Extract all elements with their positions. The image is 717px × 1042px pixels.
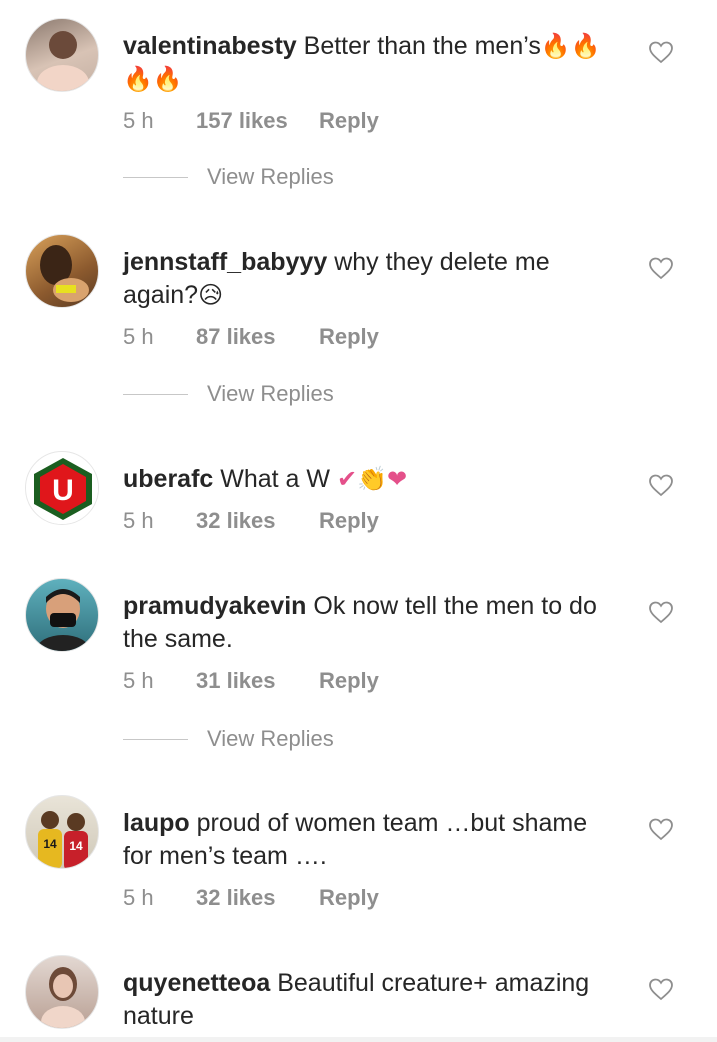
avatar[interactable]: [25, 18, 99, 92]
avatar-image: [40, 245, 89, 302]
sad-face-emoji: 😥: [198, 281, 224, 309]
avatar[interactable]: U: [25, 451, 99, 525]
view-replies-label: View Replies: [207, 381, 334, 406]
comment-username[interactable]: laupo: [123, 809, 190, 837]
heart-icon[interactable]: [648, 256, 674, 280]
comment-username[interactable]: valentinabesty: [123, 32, 297, 60]
comment-likes[interactable]: 157 likes: [196, 108, 319, 134]
avatar[interactable]: [25, 578, 99, 652]
view-replies-button[interactable]: View Replies: [123, 724, 334, 754]
comment-likes[interactable]: 87 likes: [196, 324, 319, 350]
divider: [123, 738, 188, 740]
avatar-image: [41, 967, 85, 1028]
avatar[interactable]: [25, 955, 99, 1029]
heart-icon[interactable]: [648, 473, 674, 497]
reply-button[interactable]: Reply: [319, 108, 379, 134]
comment-time: 5 h: [123, 108, 154, 133]
comment-text: valentinabesty Better than the men’s🔥🔥🔥🔥: [123, 30, 623, 96]
comment-text: uberafc What a W ✔👏❤: [123, 463, 623, 496]
view-replies-button[interactable]: View Replies: [123, 379, 334, 409]
comment-username[interactable]: pramudyakevin: [123, 592, 306, 620]
comment-text: quyenetteoa Beautiful creature+ amazing …: [123, 967, 623, 1033]
comment-likes[interactable]: 32 likes: [196, 885, 319, 911]
comment-time: 5 h: [123, 885, 154, 910]
comment-body: proud of women team …but shame for men’s…: [123, 809, 588, 870]
avatar[interactable]: [25, 234, 99, 308]
divider: [123, 176, 188, 178]
bottom-edge: [0, 1037, 717, 1042]
comment-meta: 5 h 32 likes Reply: [123, 883, 623, 913]
comment-likes[interactable]: 31 likes: [196, 668, 319, 694]
heart-icon[interactable]: [648, 817, 674, 841]
reply-button[interactable]: Reply: [319, 668, 379, 694]
reply-button[interactable]: Reply: [319, 324, 379, 350]
avatar-image: 14 14: [38, 811, 88, 868]
view-replies-label: View Replies: [207, 164, 334, 189]
comment-time: 5 h: [123, 324, 154, 349]
comment-likes[interactable]: 32 likes: [196, 508, 319, 534]
comment-username[interactable]: jennstaff_babyyy: [123, 248, 327, 276]
svg-text:14: 14: [69, 839, 83, 853]
comment-time: 5 h: [123, 668, 154, 693]
reply-button[interactable]: Reply: [319, 885, 379, 911]
uberafc-logo: U: [27, 453, 98, 524]
view-replies-label: View Replies: [207, 726, 334, 751]
comment-meta: 5 h 157 likes Reply: [123, 106, 623, 136]
avatar-image: [37, 31, 89, 91]
comment-text: jennstaff_babyyy why they delete me agai…: [123, 246, 623, 312]
comment-time: 5 h: [123, 508, 154, 533]
view-replies-button[interactable]: View Replies: [123, 162, 334, 192]
comment-body: Better than the men’s: [303, 32, 541, 60]
comment-username[interactable]: uberafc: [123, 465, 213, 493]
emoji-group: ✔👏❤: [336, 465, 408, 493]
svg-text:U: U: [52, 474, 74, 507]
comment-meta: 5 h 31 likes Reply: [123, 666, 623, 696]
comment-username[interactable]: quyenetteoa: [123, 969, 270, 997]
comment-body: What a W: [220, 465, 331, 493]
avatar[interactable]: 14 14: [25, 795, 99, 869]
comment-text: laupo proud of women team …but shame for…: [123, 807, 623, 873]
heart-icon[interactable]: [648, 40, 674, 64]
svg-text:14: 14: [43, 837, 57, 851]
comment-meta: 5 h 32 likes Reply: [123, 506, 623, 536]
comment-text: pramudyakevin Ok now tell the men to do …: [123, 590, 623, 656]
divider: [123, 393, 188, 395]
heart-icon[interactable]: [648, 977, 674, 1001]
avatar-image: [37, 589, 89, 651]
comment-meta: 5 h 87 likes Reply: [123, 322, 623, 352]
heart-icon[interactable]: [648, 600, 674, 624]
reply-button[interactable]: Reply: [319, 508, 379, 534]
